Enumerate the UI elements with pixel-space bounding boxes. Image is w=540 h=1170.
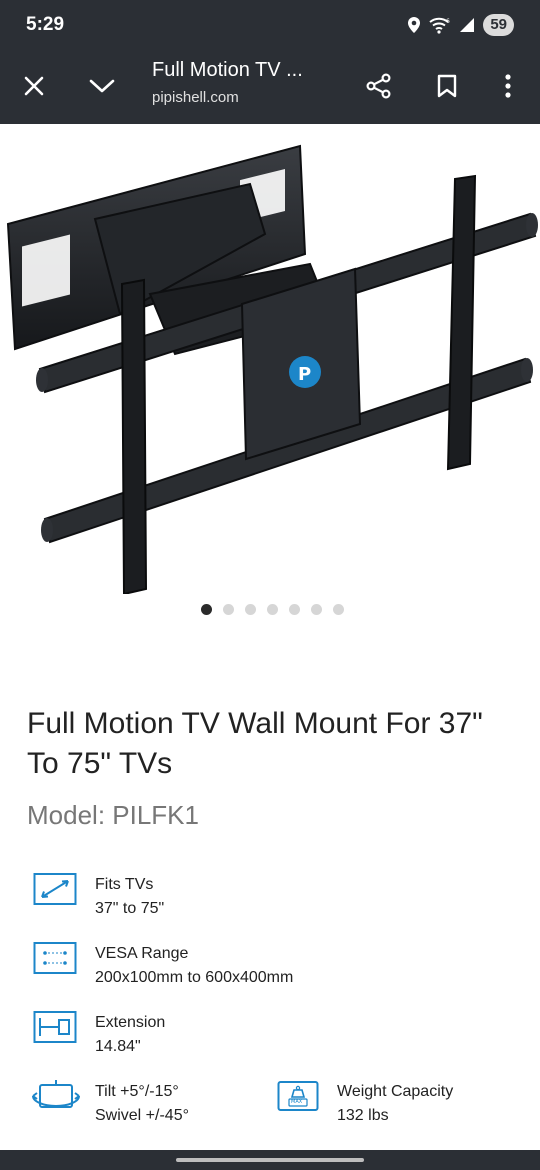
gallery-dot[interactable] bbox=[222, 604, 234, 615]
status-bar: 5:29 6 59 bbox=[0, 0, 540, 50]
tilt-swivel-icon bbox=[32, 1080, 80, 1108]
product-image[interactable]: P bbox=[0, 124, 540, 596]
gallery-dot[interactable] bbox=[288, 604, 300, 615]
system-nav-bar bbox=[0, 1150, 540, 1170]
battery-indicator: 59 bbox=[483, 14, 514, 36]
spec-value: 132 lbs bbox=[337, 1107, 389, 1124]
tv-wall-mount-illustration: P bbox=[6, 144, 538, 596]
minimize-button[interactable] bbox=[80, 64, 124, 108]
spec-value: 37" to 75" bbox=[95, 900, 165, 917]
wifi-6-icon: 6 bbox=[429, 17, 450, 34]
home-gesture-handle[interactable] bbox=[176, 1158, 364, 1162]
page-url[interactable]: pipishell.com bbox=[152, 89, 239, 106]
bookmark-icon bbox=[437, 74, 457, 98]
screen-size-icon bbox=[33, 873, 77, 905]
status-icons: 6 59 bbox=[407, 12, 514, 38]
gallery-dot[interactable] bbox=[266, 604, 278, 615]
spec-label: Fits TVs bbox=[95, 876, 154, 893]
browser-toolbar: Full Motion TV ... pipishell.com bbox=[0, 50, 540, 124]
spec-value: Swivel +/-45° bbox=[95, 1107, 189, 1124]
weight-max-icon bbox=[277, 1081, 319, 1111]
status-time: 5:29 bbox=[26, 14, 65, 35]
location-icon bbox=[408, 17, 421, 33]
bookmark-button[interactable] bbox=[425, 64, 469, 108]
close-button[interactable] bbox=[12, 64, 56, 108]
gallery-dot[interactable] bbox=[244, 604, 256, 615]
spec-label: VESA Range bbox=[95, 945, 189, 962]
svg-text:P: P bbox=[298, 364, 311, 385]
gallery-dot[interactable] bbox=[310, 604, 322, 615]
signal-icon bbox=[460, 18, 475, 32]
extension-icon bbox=[33, 1011, 77, 1043]
more-vert-icon bbox=[505, 74, 511, 98]
more-options-button[interactable] bbox=[486, 64, 530, 108]
max-icon-text: MAX bbox=[291, 1099, 303, 1105]
spec-value: 14.84" bbox=[95, 1038, 141, 1055]
spec-label: Tilt +5°/-15° bbox=[95, 1083, 179, 1100]
gallery-dot[interactable] bbox=[332, 604, 344, 615]
vesa-pattern-icon bbox=[33, 942, 77, 974]
spec-value: 200x100mm to 600x400mm bbox=[95, 969, 294, 986]
product-model: Model: PILFK1 bbox=[27, 800, 199, 830]
svg-text:6: 6 bbox=[446, 18, 450, 25]
share-icon bbox=[366, 73, 391, 99]
chevron-down-icon bbox=[89, 79, 115, 93]
gallery-dot[interactable] bbox=[200, 604, 212, 615]
gallery-pagination bbox=[0, 604, 540, 620]
share-button[interactable] bbox=[357, 64, 401, 108]
spec-label: Weight Capacity bbox=[337, 1083, 454, 1100]
page-title[interactable]: Full Motion TV ... bbox=[152, 59, 303, 82]
spec-label: Extension bbox=[95, 1014, 166, 1031]
product-title: Full Motion TV Wall Mount For 37" To 75"… bbox=[27, 707, 483, 780]
close-icon bbox=[24, 76, 44, 96]
